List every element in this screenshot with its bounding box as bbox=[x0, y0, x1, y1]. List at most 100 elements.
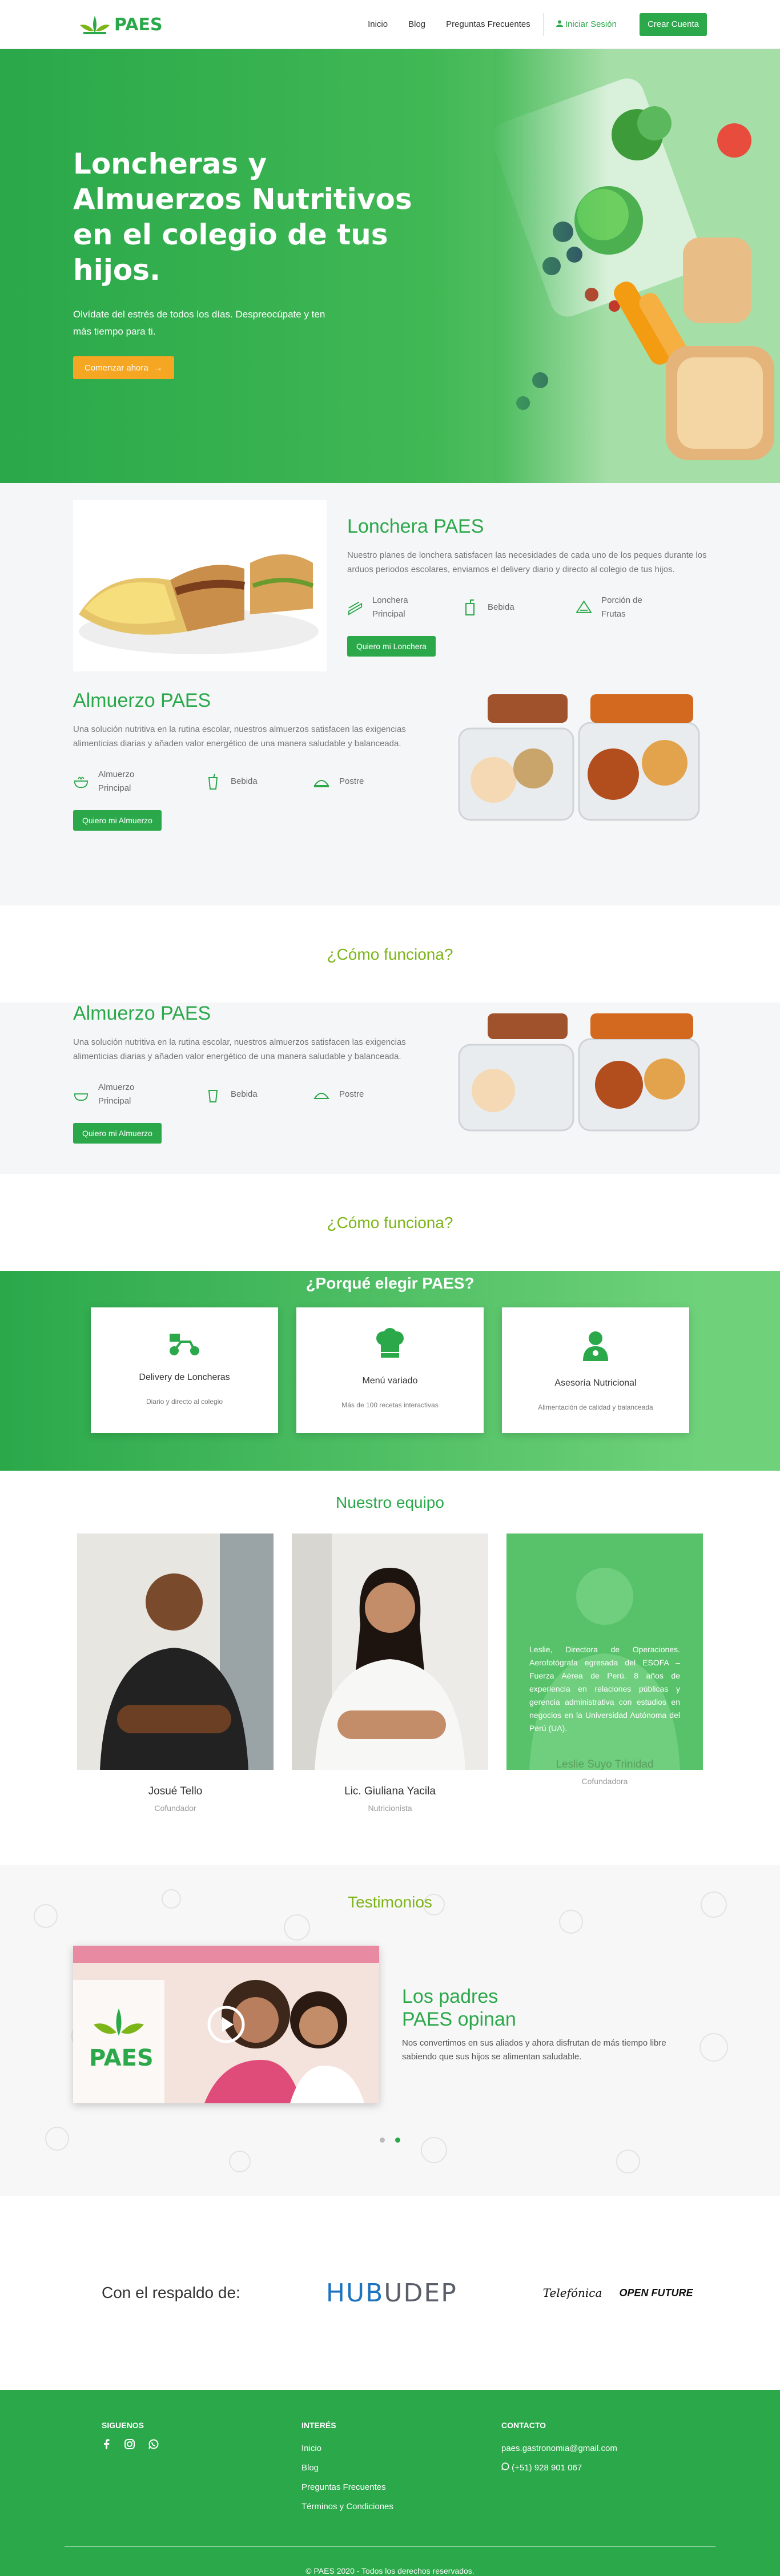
nav-blog[interactable]: Blog bbox=[398, 13, 436, 36]
member-role: Cofundadora bbox=[581, 1777, 628, 1786]
member-photo-overlay: Leslie, Directora de Operaciones. Aerofo… bbox=[506, 1533, 703, 1770]
feature-almuerzo-principal: Almuerzo Principal bbox=[73, 768, 164, 795]
almuerzo-block-repeat: Almuerzo PAES Una solución nutritiva en … bbox=[73, 1003, 707, 1144]
team-member-leslie[interactable]: Leslie, Directora de Operaciones. Aerofo… bbox=[506, 1533, 703, 1813]
feature-label: Almuerzo Principal bbox=[98, 769, 135, 793]
testimonial-text: Los padres PAES opinan Nos convertimos e… bbox=[402, 1985, 693, 2064]
sandwich-icon bbox=[348, 601, 363, 615]
whatsapp-icon[interactable] bbox=[148, 2439, 159, 2449]
signup-button[interactable]: Crear Cuenta bbox=[639, 13, 707, 36]
feature-postre: Postre bbox=[313, 768, 381, 795]
almuerzo-description: Una solución nutritiva en la rutina esco… bbox=[73, 1037, 406, 1061]
how-it-works-title: ¿Cómo funciona? bbox=[327, 945, 453, 963]
member-photo bbox=[292, 1533, 488, 1770]
feature-label: Porción de Frutas bbox=[601, 595, 642, 619]
brand-name: PAES bbox=[114, 14, 163, 35]
member-photo bbox=[77, 1533, 274, 1770]
testimonials-section: Testimonios PAES Los padres PAES opinan … bbox=[0, 1865, 780, 2196]
footer-divider bbox=[65, 2546, 715, 2547]
lonchera-description: Nuestro planes de lonchera satisfacen la… bbox=[347, 550, 707, 574]
user-icon bbox=[556, 20, 563, 27]
member-bio: Leslie, Directora de Operaciones. Aerofo… bbox=[529, 1645, 680, 1733]
team-title: Nuestro equipo bbox=[336, 1494, 444, 1511]
sandwich-image bbox=[73, 500, 327, 671]
leaf-logo-icon bbox=[80, 16, 110, 34]
dessert-icon bbox=[313, 1093, 329, 1099]
card-text: Diario y directo al colegio bbox=[146, 1398, 223, 1406]
footer-link-terms[interactable]: Términos y Condiciones bbox=[301, 2497, 501, 2517]
lonchera-title: Lonchera PAES bbox=[347, 515, 484, 537]
main-nav: Inicio Blog Preguntas Frecuentes Iniciar… bbox=[357, 13, 707, 36]
card-text: Más de 100 recetas interactivas bbox=[341, 1401, 439, 1409]
testimonials-title: Testimonios bbox=[348, 1893, 432, 1911]
feature-frutas: Porción de Frutas bbox=[576, 594, 667, 621]
carousel-dots bbox=[0, 2138, 780, 2143]
why-section: ¿Porqué elegir PAES? Delivery de Loncher… bbox=[0, 1271, 780, 1471]
hero-subtitle: Olvídate del estrés de todos los días. D… bbox=[73, 309, 325, 337]
almuerzo-cta-button[interactable]: Quiero mi Almuerzo bbox=[73, 810, 162, 831]
brand-logo[interactable]: PAES bbox=[79, 14, 163, 35]
nav-inicio[interactable]: Inicio bbox=[357, 13, 398, 36]
login-link[interactable]: Iniciar Sesión bbox=[546, 13, 627, 36]
drink-box-icon bbox=[465, 599, 475, 615]
lonchera-block: Lonchera PAES Nuestro planes de lonchera… bbox=[73, 500, 707, 671]
feature-label: Postre bbox=[339, 1089, 364, 1099]
footer-link-inicio[interactable]: Inicio bbox=[301, 2439, 501, 2458]
products-section: Lonchera PAES Nuestro planes de lonchera… bbox=[0, 483, 780, 905]
hubudep-logo[interactable]: HUBUDEP bbox=[326, 2279, 457, 2308]
how-it-works-section: ¿Cómo funciona? bbox=[0, 905, 780, 1003]
footer-link-faq[interactable]: Preguntas Frecuentes bbox=[301, 2478, 501, 2497]
member-name: Leslie Suyo Trinidad bbox=[556, 1758, 654, 1770]
fruit-slice-icon bbox=[576, 600, 592, 613]
facebook-icon[interactable] bbox=[102, 2439, 111, 2449]
footer-phone[interactable]: (+51) 928 901 067 bbox=[501, 2458, 701, 2478]
member-name: Josué Tello bbox=[148, 1785, 203, 1797]
feature-almuerzo-principal: Almuerzo Principal bbox=[73, 1081, 164, 1108]
almuerzo-description: Una solución nutritiva en la rutina esco… bbox=[73, 724, 406, 748]
hero-title: Loncheras y Almuerzos Nutritivos en el c… bbox=[73, 147, 412, 287]
lonchera-cta-button[interactable]: Quiero mi Lonchera bbox=[347, 635, 436, 657]
almuerzo-title: Almuerzo PAES bbox=[73, 1003, 211, 1024]
video-logo: PAES bbox=[89, 2045, 154, 2071]
card-delivery[interactable]: Delivery de Loncheras Diario y directo a… bbox=[91, 1307, 278, 1433]
feature-bebida: Bebida bbox=[204, 768, 273, 795]
telefonica-open-future-logo[interactable]: Telefónica OPEN FUTURE bbox=[543, 2286, 693, 2300]
feature-bebida: Bebida bbox=[204, 1081, 273, 1108]
sponsors-label: Con el respaldo de: bbox=[102, 2284, 240, 2301]
member-role: Cofundador bbox=[154, 1804, 196, 1813]
card-title: Menú variado bbox=[362, 1376, 418, 1386]
card-text: Alimentación de calidad y balanceada bbox=[538, 1403, 653, 1411]
carousel-dot-1[interactable] bbox=[380, 2138, 385, 2143]
footer-email[interactable]: paes.gastronomia@gmail.com bbox=[501, 2439, 701, 2458]
feature-label: Bebida bbox=[488, 602, 514, 612]
testimonial-heading: Los padres PAES opinan bbox=[402, 1986, 516, 2030]
almuerzo-title: Almuerzo PAES bbox=[73, 689, 211, 711]
card-nutrition[interactable]: Asesoría Nutricional Alimentación de cal… bbox=[502, 1307, 689, 1433]
copyright: © PAES 2020 - Todos los derechos reserva… bbox=[305, 2566, 475, 2575]
team-member-josue[interactable]: Josué Tello Cofundador bbox=[77, 1533, 274, 1813]
chef-hat-icon bbox=[376, 1328, 404, 1358]
testimonial-video[interactable]: PAES bbox=[73, 1946, 379, 2103]
team-member-giuliana[interactable]: Lic. Giuliana Yacila Nutricionista bbox=[292, 1533, 488, 1813]
feature-postre: Postre bbox=[313, 1081, 381, 1108]
udep-text: UDEP bbox=[384, 2278, 457, 2308]
almuerzo-cta-button[interactable]: Quiero mi Almuerzo bbox=[73, 1123, 162, 1144]
feature-label: Bebida bbox=[231, 776, 258, 786]
footer-interest: INTERÉS Inicio Blog Preguntas Frecuentes… bbox=[301, 2421, 501, 2517]
almuerzo-repeat-section: Almuerzo PAES Una solución nutritiva en … bbox=[0, 1003, 780, 1174]
carousel-dot-2[interactable] bbox=[395, 2138, 400, 2143]
instagram-icon[interactable] bbox=[124, 2439, 135, 2449]
lunch-trays-image bbox=[453, 689, 707, 831]
footer-heading: SIGUENOS bbox=[102, 2421, 144, 2430]
start-now-button[interactable]: Comenzar ahora → bbox=[73, 356, 174, 379]
play-icon[interactable] bbox=[206, 2005, 246, 2044]
lunch-bowl-icon bbox=[74, 1093, 89, 1101]
open-future-text: OPEN FUTURE bbox=[619, 2287, 693, 2299]
feature-label: Lonchera Principal bbox=[372, 595, 408, 619]
feature-lonchera-principal: Lonchera Principal bbox=[347, 594, 439, 621]
card-menu[interactable]: Menú variado Más de 100 recetas interact… bbox=[296, 1307, 484, 1433]
nav-faq[interactable]: Preguntas Frecuentes bbox=[436, 13, 541, 36]
start-now-label: Comenzar ahora bbox=[85, 363, 148, 373]
footer-link-blog[interactable]: Blog bbox=[301, 2458, 501, 2478]
how-it-works-title: ¿Cómo funciona? bbox=[327, 1214, 453, 1231]
